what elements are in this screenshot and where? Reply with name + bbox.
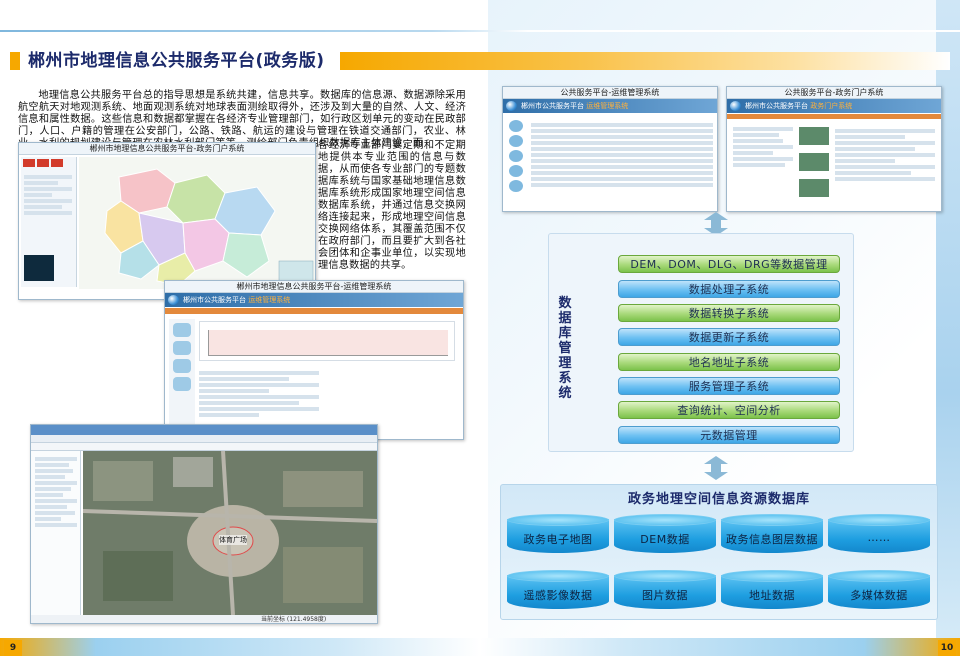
ops-mgmt-right-screenshot: 公共服务平台-运维管理系统 郴州市公共服务平台 运维管理系统 <box>502 86 718 212</box>
db-cylinder: 多媒体数据 <box>828 570 930 614</box>
desktop-layer-tree <box>31 451 81 615</box>
ops-nav-bar <box>165 308 463 314</box>
ops-chart-panel <box>199 321 455 361</box>
ops-right-header: 郴州市公共服务平台 运维管理系统 <box>503 99 717 113</box>
db-cylinder: 政务信息图层数据 <box>721 514 823 558</box>
intro-paragraph-continued: 各经济专业部门要定期和不定期地提供本专业范围的信息与数据，从而使各专业部门的专题… <box>318 140 466 271</box>
footer-left-bar <box>0 638 480 656</box>
portal-right-list <box>835 127 935 183</box>
subsystem-data-conversion: 数据转换子系统 <box>618 304 840 322</box>
portal-thumb-3 <box>799 179 829 197</box>
portal-thumb-1 <box>799 127 829 145</box>
subsystem-data-processing: 数据处理子系统 <box>618 280 840 298</box>
ops-right-header-title: 郴州市公共服务平台 <box>521 102 584 110</box>
portal-overview-map <box>24 255 54 281</box>
portal-side-panel <box>21 157 77 287</box>
top-decorative-line <box>0 30 960 32</box>
db-cylinder-label: 地址数据 <box>749 589 795 602</box>
subsystem-service-management: 服务管理子系统 <box>618 377 840 395</box>
desktop-gis-screenshot: 体育广场 当前坐标 (121.4958度) <box>30 424 378 624</box>
db-cylinder-label: …… <box>867 531 891 544</box>
portal-right-tree <box>733 125 793 169</box>
page-number-left: 9 <box>4 640 22 656</box>
db-cylinder-label: 遥感影像数据 <box>523 589 593 602</box>
portal-right-header: 郴州市公共服务平台 政务门户系统 <box>727 99 941 113</box>
platform-logo-icon <box>168 295 179 305</box>
portal-screenshot-caption: 郴州市地理信息公共服务平台-政务门户系统 <box>19 143 315 155</box>
portal-map-screenshot: 郴州市地理信息公共服务平台-政务门户系统 <box>18 142 316 300</box>
page-title: 郴州市地理信息公共服务平台(政务版) <box>28 51 325 71</box>
db-cylinder: DEM数据 <box>614 514 716 558</box>
title-accent-bar <box>340 52 950 70</box>
ops-right-header-sub: 运维管理系统 <box>586 102 629 110</box>
portal-layer-list <box>24 173 72 217</box>
page-number-right: 10 <box>938 640 956 656</box>
desktop-title-bar <box>31 425 377 435</box>
desktop-status-bar: 当前坐标 (121.4958度) <box>31 615 377 623</box>
subsystem-metadata: 元数据管理 <box>618 426 840 444</box>
desktop-toolbar <box>31 443 377 451</box>
ops-mgmt-screenshot: 郴州市地理信息公共服务平台-运维管理系统 郴州市公共服务平台 运维管理系统 <box>164 280 464 440</box>
ops-header-title: 郴州市公共服务平台 <box>183 296 246 304</box>
ops-side-icons <box>169 319 195 437</box>
db-cylinder: 遥感影像数据 <box>507 570 609 614</box>
portal-right-header-sub: 政务门户系统 <box>810 102 853 110</box>
subsystem-data-update: 数据更新子系统 <box>618 328 840 346</box>
ops-right-table <box>531 121 713 189</box>
db-cylinder-label: 政务信息图层数据 <box>726 533 818 546</box>
ops-chart-area <box>208 330 448 356</box>
ops-screenshot-caption: 郴州市地理信息公共服务平台-运维管理系统 <box>165 281 463 293</box>
db-cylinder-label: 政务电子地图 <box>523 533 593 546</box>
portal-right-caption: 公共服务平台-政务门户系统 <box>727 87 941 99</box>
db-cylinder: 政务电子地图 <box>507 514 609 558</box>
portal-right-screenshot: 公共服务平台-政务门户系统 郴州市公共服务平台 政务门户系统 <box>726 86 942 212</box>
ops-header: 郴州市公共服务平台 运维管理系统 <box>165 293 463 307</box>
db-cylinder: 地址数据 <box>721 570 823 614</box>
title-marker <box>10 52 20 70</box>
db-cylinder: 图片数据 <box>614 570 716 614</box>
platform-logo-icon <box>506 101 517 111</box>
desktop-satellite-map[interactable]: 体育广场 <box>83 451 377 615</box>
db-cylinder-label: 多媒体数据 <box>850 589 908 602</box>
ops-form-rows <box>199 369 319 419</box>
chenzhou-region-map <box>79 157 315 289</box>
satellite-imagery <box>83 451 377 615</box>
portal-thumb-2 <box>799 153 829 171</box>
subsystem-data-management: DEM、DOM、DLG、DRG等数据管理 <box>618 255 840 273</box>
db-cylinder-label: DEM数据 <box>640 533 690 546</box>
subsystem-query-analysis: 查询统计、空间分析 <box>618 401 840 419</box>
portal-tool-tabs <box>21 157 76 169</box>
page-title-bar: 郴州市地理信息公共服务平台(政务版) <box>10 50 950 72</box>
db-cylinder: …… <box>828 514 930 558</box>
platform-logo-icon <box>730 101 741 111</box>
db-management-title: 数据库管理系统 <box>558 296 572 401</box>
portal-right-nav <box>727 114 941 119</box>
db-cylinder-label: 图片数据 <box>642 589 688 602</box>
map-place-label: 体育广场 <box>219 535 247 545</box>
ops-header-sub: 运维管理系统 <box>248 296 291 304</box>
ops-right-caption: 公共服务平台-运维管理系统 <box>503 87 717 99</box>
resource-db-title: 政务地理空间信息资源数据库 <box>627 492 810 507</box>
portal-right-header-title: 郴州市公共服务平台 <box>745 102 808 110</box>
portal-map-view[interactable] <box>79 157 315 289</box>
double-arrow-icon <box>704 456 728 480</box>
footer-right-bar <box>480 638 960 656</box>
ops-right-side-icons <box>507 117 525 207</box>
desktop-menu-bar <box>31 435 377 443</box>
subsystem-place-address: 地名地址子系统 <box>618 353 840 371</box>
